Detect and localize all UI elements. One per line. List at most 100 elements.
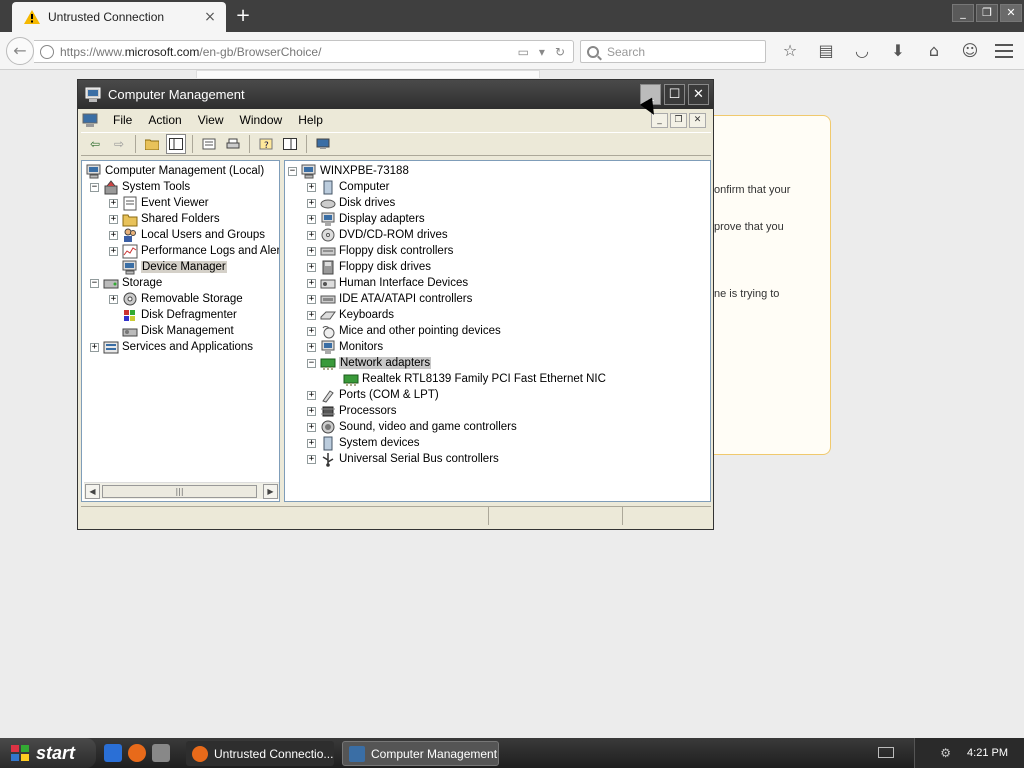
- mmc-icon[interactable]: [81, 112, 99, 128]
- device-category[interactable]: + Monitors: [307, 339, 383, 355]
- expand-toggle[interactable]: +: [109, 246, 118, 256]
- url-bar[interactable]: https://www.microsoft.com/en-gb/BrowserC…: [34, 40, 574, 63]
- reload-icon[interactable]: ↻: [555, 45, 565, 59]
- minimize-button[interactable]: _: [952, 4, 974, 22]
- taskbar-item-computer-management[interactable]: Computer Management: [342, 741, 499, 766]
- device-category[interactable]: + Keyboards: [307, 307, 394, 323]
- device-category[interactable]: + Processors: [307, 403, 397, 419]
- collapse-toggle[interactable]: −: [288, 166, 297, 176]
- network-tray-icon[interactable]: ⚙: [940, 746, 951, 760]
- expand-toggle[interactable]: +: [307, 342, 316, 352]
- tree-item-system-tools[interactable]: − System Tools: [90, 179, 190, 195]
- firefox-icon[interactable]: [128, 744, 146, 762]
- expand-toggle[interactable]: +: [307, 390, 316, 400]
- maximize-button[interactable]: ☐: [664, 84, 685, 105]
- home-icon[interactable]: ⌂: [916, 40, 952, 62]
- device-category[interactable]: + IDE ATA/ATAPI controllers: [307, 291, 472, 307]
- device-category[interactable]: + System devices: [307, 435, 420, 451]
- tree-item-storage[interactable]: − Storage: [90, 275, 162, 291]
- show-tree-icon[interactable]: [166, 134, 186, 154]
- new-tab-button[interactable]: +: [232, 5, 254, 27]
- device-category[interactable]: + Disk drives: [307, 195, 395, 211]
- help-icon[interactable]: ?: [256, 134, 276, 154]
- expand-toggle[interactable]: +: [307, 422, 316, 432]
- tree-item-services-and-applications[interactable]: + Services and Applications: [90, 339, 253, 355]
- device-category[interactable]: + Floppy disk controllers: [307, 243, 453, 259]
- taskbar-item-firefox[interactable]: Untrusted Connectio...: [186, 741, 334, 766]
- tree-item-performance-logs[interactable]: + Performance Logs and Alerts: [109, 243, 279, 259]
- properties-icon[interactable]: [199, 134, 219, 154]
- tree-item-shared-folders[interactable]: + Shared Folders: [109, 211, 220, 227]
- device-category[interactable]: + Ports (COM & LPT): [307, 387, 439, 403]
- expand-toggle[interactable]: +: [109, 198, 118, 208]
- search-input[interactable]: Search: [580, 40, 766, 63]
- bookmark-star-icon[interactable]: ☆: [772, 40, 808, 62]
- close-button[interactable]: ✕: [688, 84, 709, 105]
- device-category[interactable]: + Floppy disk drives: [307, 259, 431, 275]
- tree-item-removable-storage[interactable]: + Removable Storage: [109, 291, 243, 307]
- child-restore-button[interactable]: ❐: [670, 112, 687, 128]
- device-category[interactable]: + Display adapters: [307, 211, 425, 227]
- hamburger-menu-icon[interactable]: [992, 40, 1016, 62]
- tree-item-event-viewer[interactable]: + Event Viewer: [109, 195, 209, 211]
- forward-arrow-icon[interactable]: ⇨: [109, 134, 129, 154]
- child-close-button[interactable]: ✕: [689, 112, 706, 128]
- keyboard-icon[interactable]: [878, 747, 894, 758]
- ie-icon[interactable]: [104, 744, 122, 762]
- device-category[interactable]: + Sound, video and game controllers: [307, 419, 517, 435]
- restore-button[interactable]: ❐: [976, 4, 998, 22]
- expand-toggle[interactable]: +: [307, 246, 316, 256]
- pocket-icon[interactable]: ◡: [844, 40, 880, 62]
- expand-toggle[interactable]: +: [109, 230, 118, 240]
- back-button[interactable]: ←: [6, 37, 34, 65]
- device-category[interactable]: + Mice and other pointing devices: [307, 323, 501, 339]
- window-title-bar[interactable]: Computer Management _ ☐ ✕: [78, 80, 713, 109]
- menu-file[interactable]: File: [105, 113, 140, 127]
- back-arrow-icon[interactable]: ⇦: [85, 134, 105, 154]
- device-item[interactable]: Realtek RTL8139 Family PCI Fast Ethernet…: [343, 371, 606, 387]
- scroll-right-icon[interactable]: ▶: [263, 484, 278, 499]
- device-category-network-adapters[interactable]: − Network adapters: [307, 355, 432, 371]
- smiley-icon[interactable]: ☺: [952, 40, 988, 62]
- close-button[interactable]: ✕: [1000, 4, 1022, 22]
- tree-item-local-users-and-groups[interactable]: + Local Users and Groups: [109, 227, 265, 243]
- scroll-thumb[interactable]: |||: [102, 485, 257, 498]
- browser-tab[interactable]: Untrusted Connection ×: [12, 2, 226, 32]
- tree-item-disk-management[interactable]: Disk Management: [122, 323, 234, 339]
- expand-toggle[interactable]: +: [307, 278, 316, 288]
- menu-view[interactable]: View: [190, 113, 232, 127]
- download-icon[interactable]: ⬇: [880, 40, 916, 62]
- tree-item-disk-defragmenter[interactable]: Disk Defragmenter: [122, 307, 237, 323]
- expand-toggle[interactable]: +: [307, 326, 316, 336]
- tab-close-icon[interactable]: ×: [200, 9, 220, 25]
- expand-toggle[interactable]: +: [307, 230, 316, 240]
- expand-toggle[interactable]: +: [90, 342, 99, 352]
- expand-toggle[interactable]: +: [307, 262, 316, 272]
- dropdown-arrow-icon[interactable]: ▾: [539, 45, 545, 59]
- expand-toggle[interactable]: +: [307, 214, 316, 224]
- tree-item-device-manager[interactable]: Device Manager: [122, 259, 227, 275]
- tree-item-computer-management[interactable]: Computer Management (Local): [86, 163, 264, 179]
- menu-action[interactable]: Action: [140, 113, 189, 127]
- collapse-toggle[interactable]: −: [90, 182, 99, 192]
- expand-toggle[interactable]: +: [307, 406, 316, 416]
- scan-hardware-icon[interactable]: [313, 134, 333, 154]
- device-category[interactable]: + Computer: [307, 179, 390, 195]
- reading-list-icon[interactable]: ▤: [808, 40, 844, 62]
- device-category[interactable]: + Human Interface Devices: [307, 275, 468, 291]
- expand-toggle[interactable]: +: [307, 182, 316, 192]
- reader-view-icon[interactable]: ▭: [518, 45, 529, 59]
- expand-toggle[interactable]: +: [109, 214, 118, 224]
- show-hide-action-pane-icon[interactable]: [280, 134, 300, 154]
- expand-toggle[interactable]: +: [307, 198, 316, 208]
- expand-toggle[interactable]: +: [307, 294, 316, 304]
- device-tree-root[interactable]: − WINXPBE-73188: [288, 163, 409, 179]
- menu-window[interactable]: Window: [232, 113, 291, 127]
- start-button[interactable]: start: [0, 738, 96, 768]
- expand-toggle[interactable]: +: [307, 310, 316, 320]
- expand-toggle[interactable]: +: [307, 454, 316, 464]
- scroll-left-icon[interactable]: ◀: [85, 484, 100, 499]
- show-desktop-icon[interactable]: [152, 744, 170, 762]
- device-category[interactable]: + Universal Serial Bus controllers: [307, 451, 499, 467]
- expand-toggle[interactable]: +: [109, 294, 118, 304]
